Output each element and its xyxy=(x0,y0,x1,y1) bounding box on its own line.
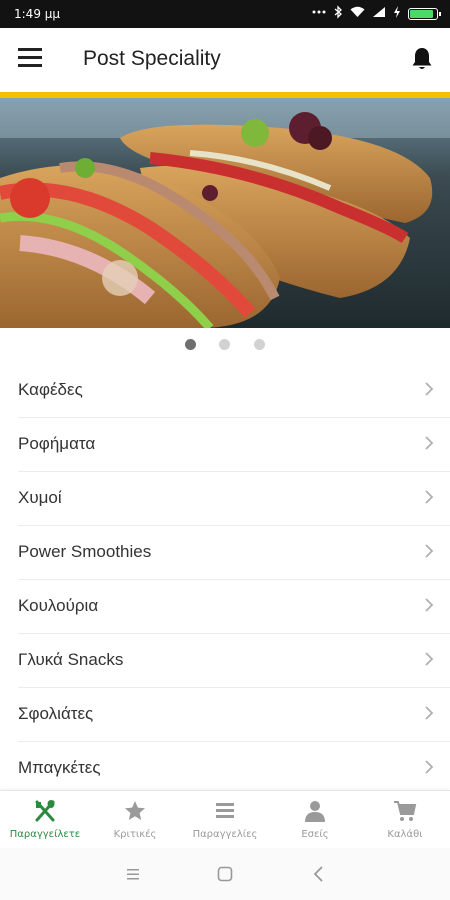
list-icon xyxy=(216,803,234,818)
home-icon[interactable] xyxy=(215,864,235,884)
bell-icon[interactable] xyxy=(410,46,434,72)
status-icons xyxy=(311,5,441,22)
nav-item-reviews[interactable]: Κριτικές xyxy=(90,791,180,849)
list-item-label: Γλυκά Snacks xyxy=(18,650,124,669)
list-item-label: Σφολιάτες xyxy=(18,704,94,723)
nav-label: Εσείς xyxy=(301,829,329,840)
chevron-right-icon xyxy=(425,652,434,666)
nav-label: Παραγγελίες xyxy=(192,829,258,840)
chevron-right-icon xyxy=(425,544,434,558)
carousel-dot[interactable] xyxy=(254,339,265,350)
chevron-right-icon xyxy=(425,382,434,396)
list-item-label: Κουλούρια xyxy=(18,596,99,615)
carousel-dot[interactable] xyxy=(185,339,196,350)
nav-item-orders[interactable]: Παραγγελίες xyxy=(180,791,270,849)
cart-icon xyxy=(394,801,417,821)
list-item[interactable]: Μπαγκέτες xyxy=(18,742,450,795)
page-title: Post Speciality xyxy=(83,47,221,70)
star-icon xyxy=(125,801,145,820)
list-item[interactable]: Κουλούρια xyxy=(18,580,450,634)
system-nav-bar xyxy=(0,848,450,900)
list-item[interactable]: Γλυκά Snacks xyxy=(18,634,450,688)
nav-label: Καλάθι xyxy=(387,829,423,840)
status-time: 1:49 μμ xyxy=(14,7,61,21)
list-item[interactable]: Σφολιάτες xyxy=(18,688,450,742)
battery-icon xyxy=(408,7,441,20)
nav-item-order[interactable]: Παραγγείλετε xyxy=(0,791,90,849)
signal-icon xyxy=(372,6,386,21)
list-item-label: Power Smoothies xyxy=(18,542,152,561)
chevron-right-icon xyxy=(425,598,434,612)
category-list: Καφέδες Ροφήματα Χυμοί Power Smoothies Κ… xyxy=(0,364,450,795)
dots-icon xyxy=(311,6,327,21)
list-item[interactable]: Χυμοί xyxy=(18,472,450,526)
chevron-right-icon xyxy=(425,706,434,720)
wifi-icon xyxy=(350,6,365,21)
carousel-dot[interactable] xyxy=(219,339,230,350)
charging-icon xyxy=(393,6,401,21)
bluetooth-icon xyxy=(334,5,343,22)
carousel-indicator xyxy=(0,339,450,353)
person-icon xyxy=(305,801,325,822)
nav-item-profile[interactable]: Εσείς xyxy=(270,791,360,849)
bottom-nav: Παραγγείλετε Κριτικές Παραγγελίες Εσείς … xyxy=(0,790,450,849)
app-bar: Post Speciality xyxy=(0,28,450,92)
list-item-label: Μπαγκέτες xyxy=(18,758,101,777)
list-item-label: Χυμοί xyxy=(18,488,62,507)
utensils-icon xyxy=(35,800,55,822)
chevron-right-icon xyxy=(425,436,434,450)
list-item[interactable]: Ροφήματα xyxy=(18,418,450,472)
nav-label: Κριτικές xyxy=(113,829,157,840)
nav-item-cart[interactable]: Καλάθι xyxy=(360,791,450,849)
recents-icon[interactable] xyxy=(123,864,143,884)
list-item-label: Καφέδες xyxy=(18,380,83,399)
chevron-right-icon xyxy=(425,490,434,504)
status-bar: 1:49 μμ xyxy=(0,0,450,28)
list-item[interactable]: Καφέδες xyxy=(18,364,450,418)
hero-carousel-image[interactable] xyxy=(0,98,450,328)
nav-label: Παραγγείλετε xyxy=(9,829,81,840)
chevron-right-icon xyxy=(425,760,434,774)
hamburger-icon[interactable] xyxy=(18,48,44,70)
list-item[interactable]: Power Smoothies xyxy=(18,526,450,580)
back-icon[interactable] xyxy=(309,864,329,884)
list-item-label: Ροφήματα xyxy=(18,434,96,453)
